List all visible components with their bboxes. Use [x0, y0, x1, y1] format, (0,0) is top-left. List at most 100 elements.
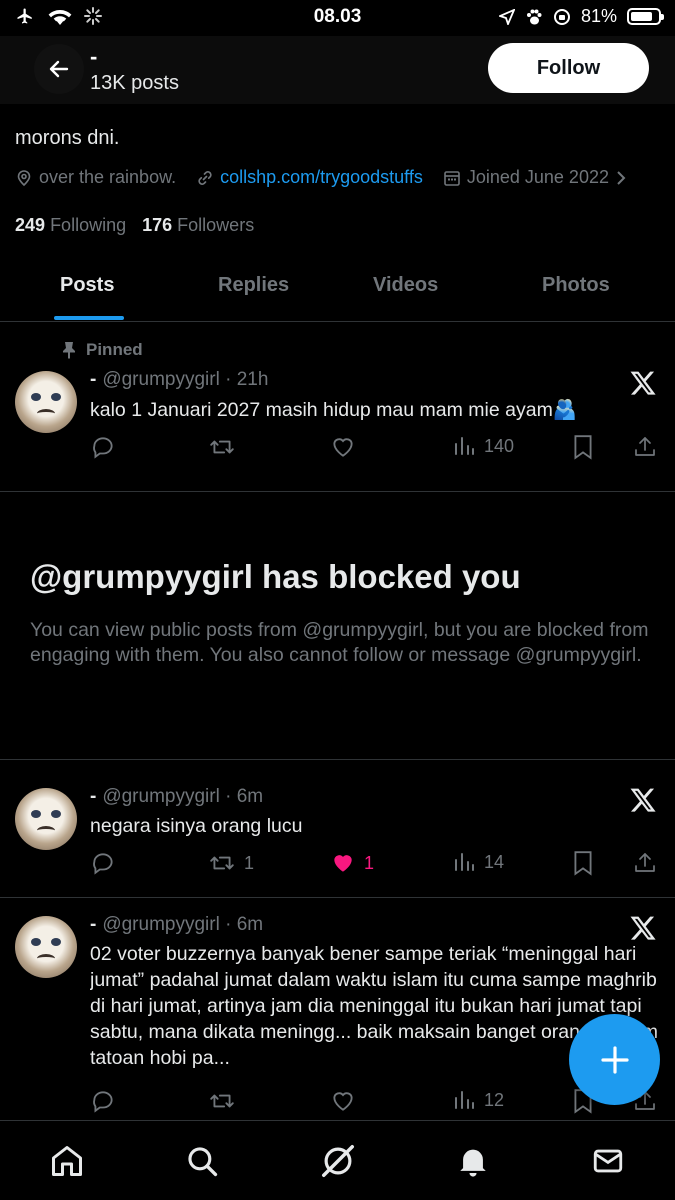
- repost-icon: [210, 856, 234, 870]
- notifications-icon: [460, 1149, 486, 1177]
- like-button[interactable]: 1: [330, 850, 374, 876]
- grok-icon: [322, 1145, 354, 1177]
- views-count: 14: [484, 851, 505, 872]
- followers-count: 176: [142, 215, 173, 235]
- repost-button[interactable]: [208, 1088, 236, 1114]
- home-icon: [52, 1146, 82, 1176]
- profile-link[interactable]: collshp.com/trygoodstuffs: [196, 167, 423, 188]
- back-button[interactable]: [34, 44, 84, 94]
- post-author-name[interactable]: -: [90, 914, 96, 935]
- share-button[interactable]: [633, 434, 657, 460]
- repost-count: 1: [244, 852, 255, 873]
- bookmark-button[interactable]: [572, 850, 594, 876]
- post-actions: 1 1 14: [90, 850, 660, 880]
- views-count: 12: [484, 1089, 505, 1110]
- reply-button[interactable]: [90, 434, 116, 460]
- reply-button[interactable]: [90, 850, 116, 876]
- views-icon: [455, 853, 474, 871]
- avatar[interactable]: [15, 371, 77, 433]
- follow-stats: 249 Following 176 Followers: [15, 215, 254, 236]
- nav-home[interactable]: [47, 1141, 87, 1181]
- reply-icon: [93, 853, 113, 875]
- tab-replies[interactable]: Replies: [218, 274, 289, 297]
- reply-icon: [93, 437, 113, 459]
- header-post-count: 13K posts: [90, 72, 179, 94]
- repost-button[interactable]: 1: [208, 850, 254, 876]
- share-icon: [635, 853, 655, 872]
- calendar-icon: [444, 170, 460, 186]
- like-count: 1: [364, 852, 375, 873]
- nav-messages[interactable]: [588, 1141, 628, 1181]
- like-button[interactable]: [330, 1088, 356, 1114]
- location-arrow-icon: [498, 8, 515, 25]
- joined-text: Joined June 2022: [466, 167, 609, 187]
- post-text: kalo 1 Januari 2027 masih hidup mau mam …: [90, 399, 578, 421]
- heart-outline-icon: [333, 438, 353, 457]
- header-display-name: -: [90, 44, 98, 69]
- repost-icon: [210, 1094, 234, 1108]
- messages-icon: [593, 1149, 623, 1173]
- blocked-description: You can view public posts from @grumpyyg…: [30, 619, 649, 666]
- views-button[interactable]: 12: [452, 1088, 504, 1112]
- views-button[interactable]: 14: [452, 850, 504, 874]
- x-logo-icon: [630, 788, 656, 812]
- bottom-nav: [0, 1120, 675, 1200]
- profile-meta: over the rainbow. collshp.com/trygoodstu…: [15, 167, 647, 188]
- x-logo-icon: [630, 916, 656, 940]
- post-actions: 140: [90, 434, 660, 464]
- follow-button[interactable]: Follow: [488, 43, 649, 93]
- share-button[interactable]: [633, 850, 657, 876]
- post-actions: 12: [90, 1088, 660, 1118]
- pinned-post[interactable]: Pinned - @grumpyygirl · 21h kalo 1 Januar…: [0, 322, 675, 492]
- nav-search[interactable]: [182, 1141, 222, 1181]
- profile-tabs: Posts Replies Videos Photos: [0, 258, 675, 322]
- post-handle-time: @grumpyygirl · 21h: [102, 369, 269, 390]
- plus-icon: [600, 1045, 629, 1074]
- link-icon: [198, 170, 212, 185]
- location-text: over the rainbow.: [39, 167, 177, 187]
- avatar[interactable]: [15, 916, 77, 978]
- bookmark-button[interactable]: [572, 434, 594, 460]
- paw-icon: [526, 9, 542, 24]
- x-logo-icon: [630, 371, 656, 395]
- like-button[interactable]: [330, 434, 356, 460]
- profile-header: - 13K posts Follow: [0, 36, 675, 104]
- nav-notifications[interactable]: [453, 1141, 493, 1181]
- battery-fill: [631, 12, 653, 21]
- post-header: - @grumpyygirl · 6m: [90, 786, 263, 808]
- nav-grok[interactable]: [318, 1141, 358, 1181]
- tab-photos[interactable]: Photos: [542, 274, 610, 297]
- post-header: - @grumpyygirl · 21h: [90, 369, 268, 391]
- status-right: 81%: [498, 6, 664, 27]
- heart-filled-icon: [334, 855, 352, 872]
- link-text[interactable]: collshp.com/trygoodstuffs: [220, 167, 423, 188]
- compose-post-button[interactable]: [569, 1014, 660, 1105]
- followers-link[interactable]: 176 Followers: [142, 215, 254, 236]
- repost-button[interactable]: [208, 434, 236, 460]
- active-tab-indicator: [54, 316, 124, 320]
- pinned-text: Pinned: [86, 340, 143, 359]
- post-header: - @grumpyygirl · 6m: [90, 914, 263, 936]
- repost-icon: [210, 440, 234, 454]
- followers-label: Followers: [177, 215, 255, 235]
- views-icon: [455, 1091, 474, 1109]
- chevron-right-icon[interactable]: [615, 169, 627, 187]
- views-button[interactable]: 140: [452, 434, 514, 458]
- post-author-name[interactable]: -: [90, 369, 96, 390]
- post-handle-time: @grumpyygirl · 6m: [102, 786, 264, 807]
- share-icon: [635, 437, 655, 456]
- tab-posts[interactable]: Posts: [60, 274, 114, 297]
- tab-videos[interactable]: Videos: [373, 274, 438, 297]
- views-count: 140: [484, 435, 515, 456]
- avatar[interactable]: [15, 788, 77, 850]
- arrow-left-icon: [49, 60, 69, 78]
- following-link[interactable]: 249 Following: [15, 215, 126, 236]
- search-icon: [188, 1147, 218, 1177]
- reply-button[interactable]: [90, 1088, 116, 1114]
- following-count: 249: [15, 215, 46, 235]
- orientation-lock-icon: [553, 8, 570, 25]
- post[interactable]: - @grumpyygirl · 6m negara isinya orang l…: [0, 760, 675, 898]
- post[interactable]: - @grumpyygirl · 6m 02 voter buzzernya ba…: [0, 898, 675, 1120]
- heart-outline-icon: [333, 1092, 353, 1111]
- post-author-name[interactable]: -: [90, 786, 96, 807]
